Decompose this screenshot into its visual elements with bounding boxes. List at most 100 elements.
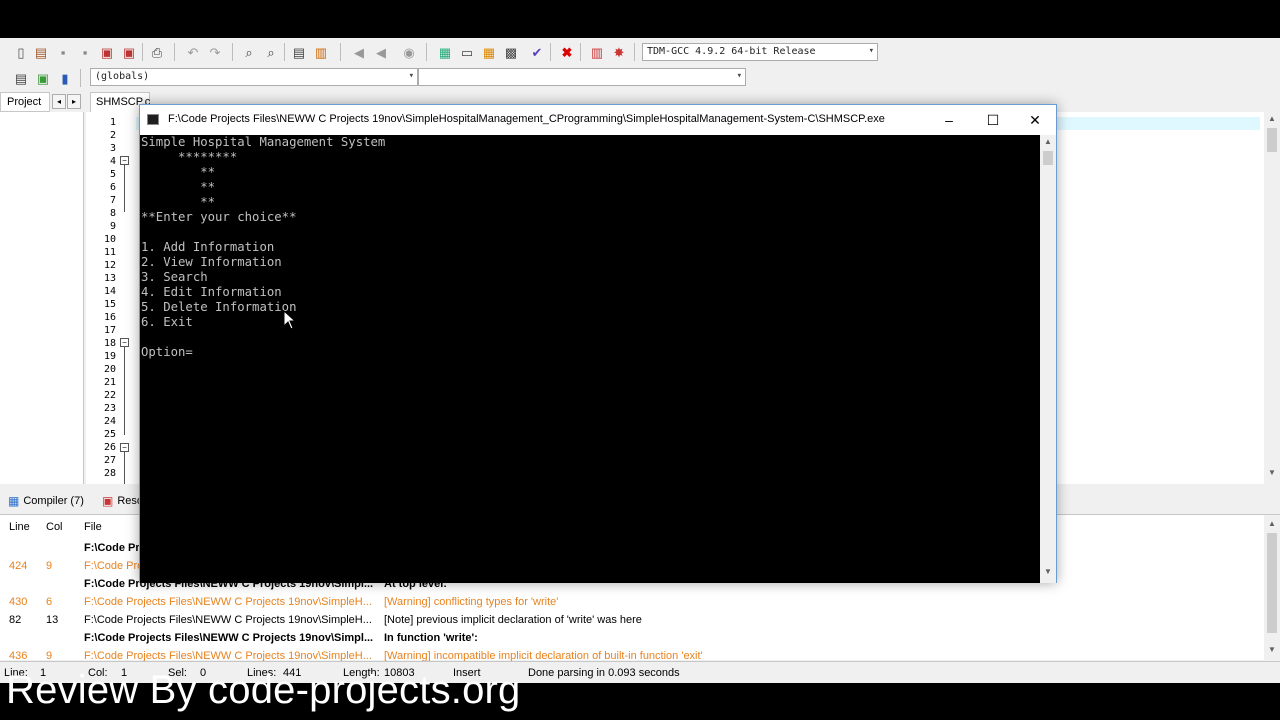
line-number: 7 bbox=[109, 195, 116, 206]
scroll-up-icon[interactable]: ▲ bbox=[1264, 519, 1280, 533]
toolbar-separator bbox=[634, 43, 635, 61]
line-number: 27 bbox=[103, 455, 116, 466]
scroll-up-icon[interactable]: ▲ bbox=[1264, 114, 1280, 128]
line-number: 28 bbox=[103, 468, 116, 479]
scroll-up-icon[interactable]: ▲ bbox=[1040, 137, 1056, 151]
print-icon[interactable]: ⎙ bbox=[148, 43, 166, 61]
table-row[interactable]: 430 6 F:\Code Projects Files\NEWW C Projec… bbox=[0, 593, 1262, 611]
toolbar-separator bbox=[142, 43, 143, 61]
fold-toggle-icon[interactable]: − bbox=[120, 338, 129, 347]
editor-scrollbar[interactable]: ▲ ▼ bbox=[1264, 112, 1280, 484]
goto-icon[interactable]: ▣ bbox=[34, 69, 52, 87]
line-number: 9 bbox=[109, 221, 116, 232]
line-number: 16 bbox=[103, 312, 116, 323]
line-number: 23 bbox=[103, 403, 116, 414]
line-number: 15 bbox=[103, 299, 116, 310]
new-file-icon[interactable]: ▯ bbox=[12, 43, 30, 61]
scrollbar-thumb[interactable] bbox=[1267, 533, 1277, 633]
top-black-band bbox=[0, 0, 1280, 38]
line-number: 18 bbox=[103, 338, 116, 349]
layout-icon[interactable]: ▦ bbox=[480, 43, 498, 61]
grid-icon: ▦ bbox=[8, 494, 20, 508]
bookmark-icon[interactable]: ▥ bbox=[312, 43, 330, 61]
redo-icon[interactable]: ↷ bbox=[206, 43, 224, 61]
unindent-icon[interactable]: ◀ bbox=[350, 43, 368, 61]
toggle-comment-icon[interactable]: ◉ bbox=[400, 43, 418, 61]
function-select[interactable]: ▾ bbox=[418, 68, 746, 86]
maximize-button[interactable]: ☐ bbox=[971, 105, 1015, 135]
log-scrollbar[interactable]: ▲ ▼ bbox=[1264, 515, 1280, 661]
console-line: ******** bbox=[141, 150, 238, 164]
line-number: 26 bbox=[103, 442, 116, 453]
compiler-select[interactable]: TDM-GCC 4.9.2 64-bit Release ▾ bbox=[642, 43, 878, 61]
console-line: ** bbox=[141, 195, 216, 209]
cell-line: 424 bbox=[9, 560, 28, 572]
console-line: ** bbox=[141, 165, 216, 179]
console-line: **Enter your choice** bbox=[141, 210, 297, 224]
column-header-col[interactable]: Col bbox=[46, 521, 63, 533]
undo-icon[interactable]: ↶ bbox=[184, 43, 202, 61]
line-number: 6 bbox=[109, 182, 116, 193]
table-row[interactable]: 82 13 F:\Code Projects Files\NEWW C Projec… bbox=[0, 611, 1262, 629]
console-line: 3. Search bbox=[141, 270, 208, 284]
toolbar-separator bbox=[426, 43, 427, 61]
column-header-file[interactable]: File bbox=[84, 521, 102, 533]
chart-icon[interactable]: ▥ bbox=[588, 43, 606, 61]
compile-icon[interactable]: ✔ bbox=[528, 43, 546, 61]
tab-next-icon[interactable]: ▸ bbox=[67, 94, 81, 109]
find-icon[interactable]: ⌕ bbox=[240, 43, 258, 61]
close-file-icon[interactable]: ▣ bbox=[98, 43, 116, 61]
cell-message: [Note] previous implicit declaration of … bbox=[384, 614, 642, 626]
fold-toggle-icon[interactable]: − bbox=[120, 443, 129, 452]
toolbar-separator bbox=[580, 43, 581, 61]
console-scrollbar[interactable]: ▲ ▼ bbox=[1040, 135, 1056, 583]
console-line: ** bbox=[141, 180, 216, 194]
column-header-line[interactable]: Line bbox=[9, 521, 30, 533]
close-all-icon[interactable]: ▣ bbox=[120, 43, 138, 61]
line-number: 25 bbox=[103, 429, 116, 440]
tiles-icon[interactable]: ▩ bbox=[502, 43, 520, 61]
tab-project[interactable]: Project bbox=[0, 92, 50, 112]
tab-prev-icon[interactable]: ◂ bbox=[52, 94, 66, 109]
goto-line-icon[interactable]: ▤ bbox=[290, 43, 308, 61]
profile-icon[interactable]: ✸ bbox=[610, 43, 628, 61]
indent-icon[interactable]: ◀ bbox=[372, 43, 390, 61]
bookmark-list-icon[interactable]: ▮ bbox=[56, 69, 74, 87]
replace-icon[interactable]: ⌕ bbox=[262, 43, 280, 61]
scrollbar-thumb[interactable] bbox=[1043, 151, 1053, 165]
table-row[interactable]: F:\Code Projects Files\NEWW C Projects 1… bbox=[0, 629, 1262, 647]
cell-message: In function 'write': bbox=[384, 632, 478, 644]
insert-icon[interactable]: ▤ bbox=[12, 69, 30, 87]
save-icon[interactable]: ▪ bbox=[54, 43, 72, 61]
class-browser-icon[interactable]: ▦ bbox=[436, 43, 454, 61]
minimize-button[interactable]: – bbox=[927, 105, 971, 135]
console-line: 4. Edit Information bbox=[141, 285, 282, 299]
scope-select[interactable]: (globals) ▾ bbox=[90, 68, 418, 86]
save-all-icon[interactable]: ▪ bbox=[76, 43, 94, 61]
open-file-icon[interactable]: ▤ bbox=[32, 43, 50, 61]
project-panel bbox=[0, 112, 84, 484]
line-number: 13 bbox=[103, 273, 116, 284]
tab-compiler-label: Compiler (7) bbox=[23, 495, 84, 507]
toolbar-separator bbox=[340, 43, 341, 61]
status-message: Done parsing in 0.093 seconds bbox=[528, 667, 680, 679]
scroll-down-icon[interactable]: ▼ bbox=[1264, 468, 1280, 482]
fold-toggle-icon[interactable]: − bbox=[120, 156, 129, 165]
scrollbar-thumb[interactable] bbox=[1267, 128, 1277, 152]
secondary-toolbar: ▤ ▣ ▮ (globals) ▾ ▾ bbox=[0, 66, 1280, 92]
cell-file: F:\Code Projects Files\NEWW C Projects 1… bbox=[84, 596, 372, 608]
console-title-bar[interactable]: F:\Code Projects Files\NEWW C Projects 1… bbox=[140, 105, 1056, 135]
line-number: 4 bbox=[109, 156, 116, 167]
console-line: Simple Hospital Management System bbox=[141, 135, 386, 149]
line-number: 21 bbox=[103, 377, 116, 388]
console-output[interactable]: Simple Hospital Management System ******… bbox=[140, 135, 1040, 583]
stop-icon[interactable]: ✖ bbox=[558, 43, 576, 61]
close-button[interactable]: ✕ bbox=[1013, 105, 1057, 135]
tab-compiler[interactable]: ▦ Compiler (7) bbox=[4, 491, 88, 511]
toolbar-separator bbox=[284, 43, 285, 61]
window-icon[interactable]: ▭ bbox=[458, 43, 476, 61]
console-line: 6. Exit bbox=[141, 315, 193, 329]
scroll-down-icon[interactable]: ▼ bbox=[1040, 567, 1056, 581]
scroll-down-icon[interactable]: ▼ bbox=[1264, 645, 1280, 659]
line-number: 10 bbox=[103, 234, 116, 245]
